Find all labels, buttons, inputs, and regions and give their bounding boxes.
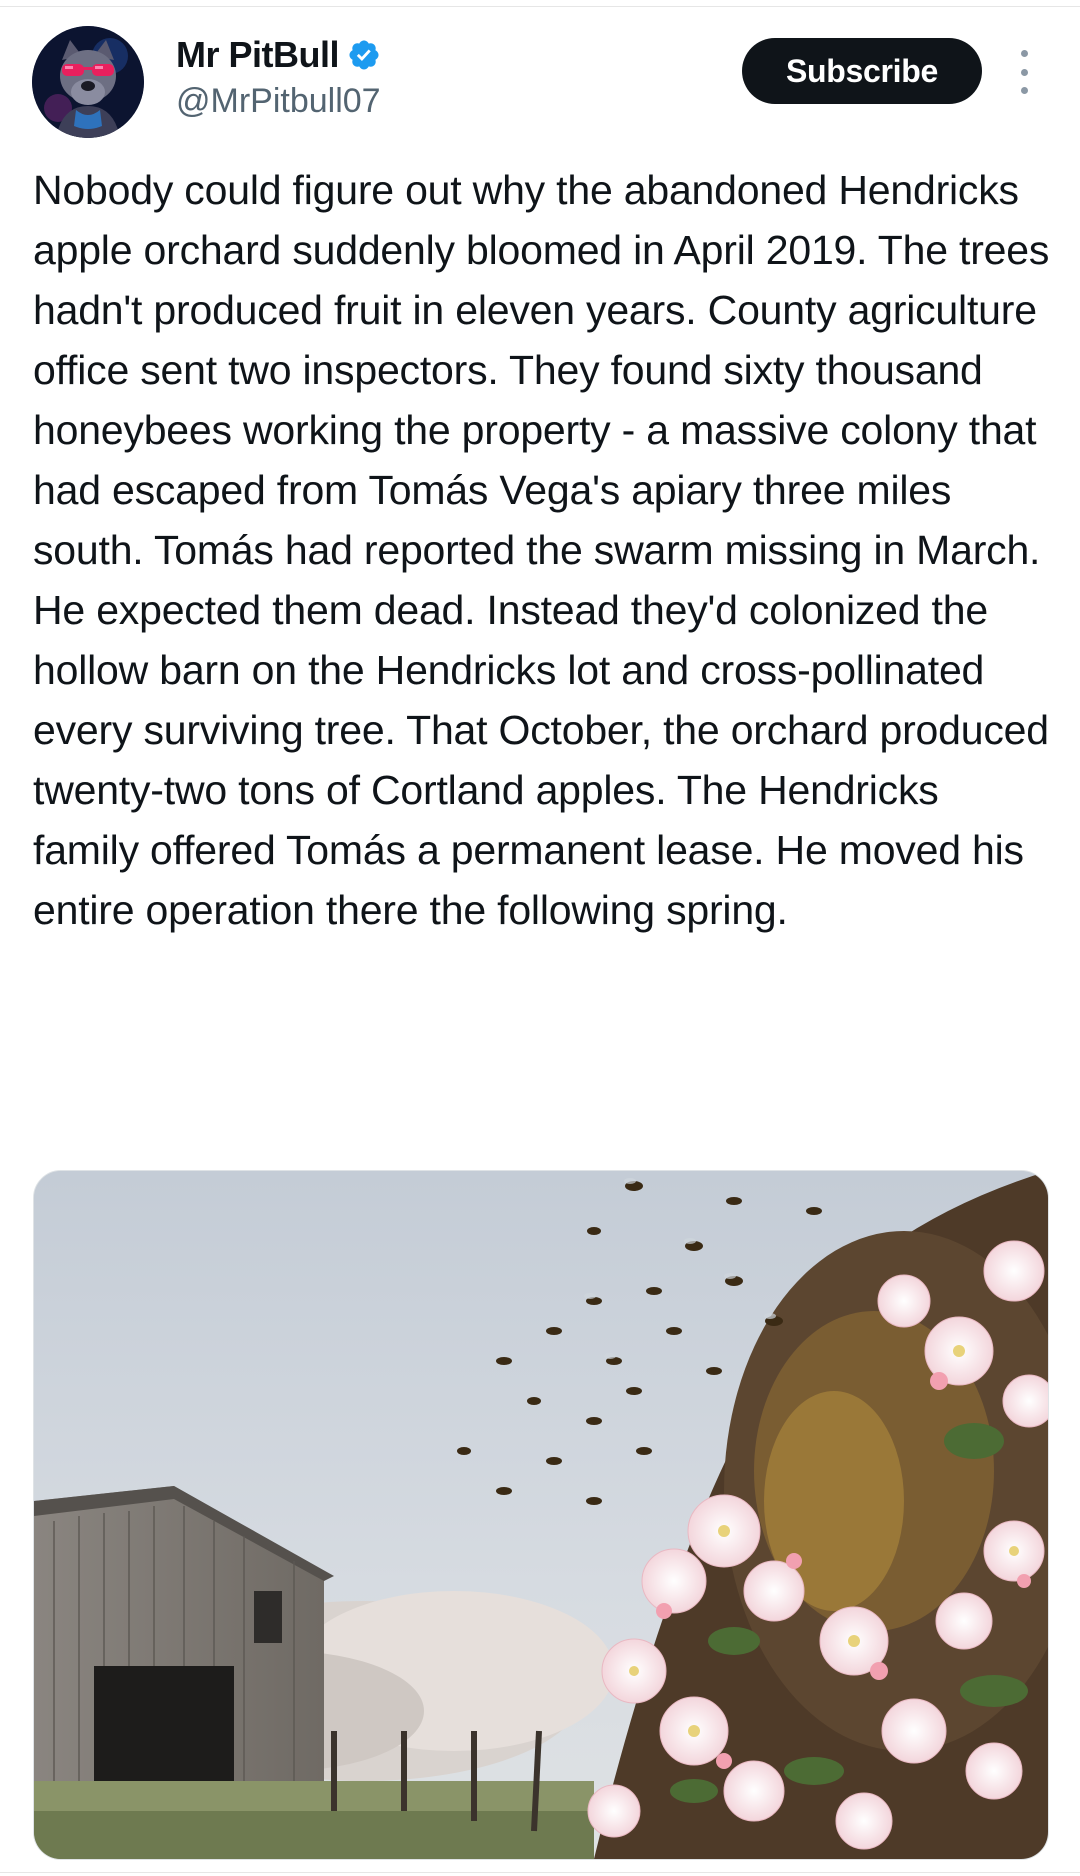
bottom-divider [0,1872,1080,1873]
author-display-name[interactable]: Mr PitBull [176,34,340,76]
post-media-image[interactable] [33,1170,1049,1860]
author-handle[interactable]: @MrPitbull07 [176,82,381,121]
subscribe-button[interactable]: Subscribe [742,38,982,104]
avatar[interactable] [32,26,144,138]
more-vertical-icon[interactable] [1012,50,1036,94]
post-text: Nobody could figure out why the abandone… [33,167,1050,933]
orchard-bees-photo [34,1171,1048,1859]
author-name-row[interactable]: Mr PitBull [176,34,381,76]
verified-badge-icon [349,40,379,70]
top-divider [0,0,1080,7]
pitbull-avatar-icon [32,26,144,138]
